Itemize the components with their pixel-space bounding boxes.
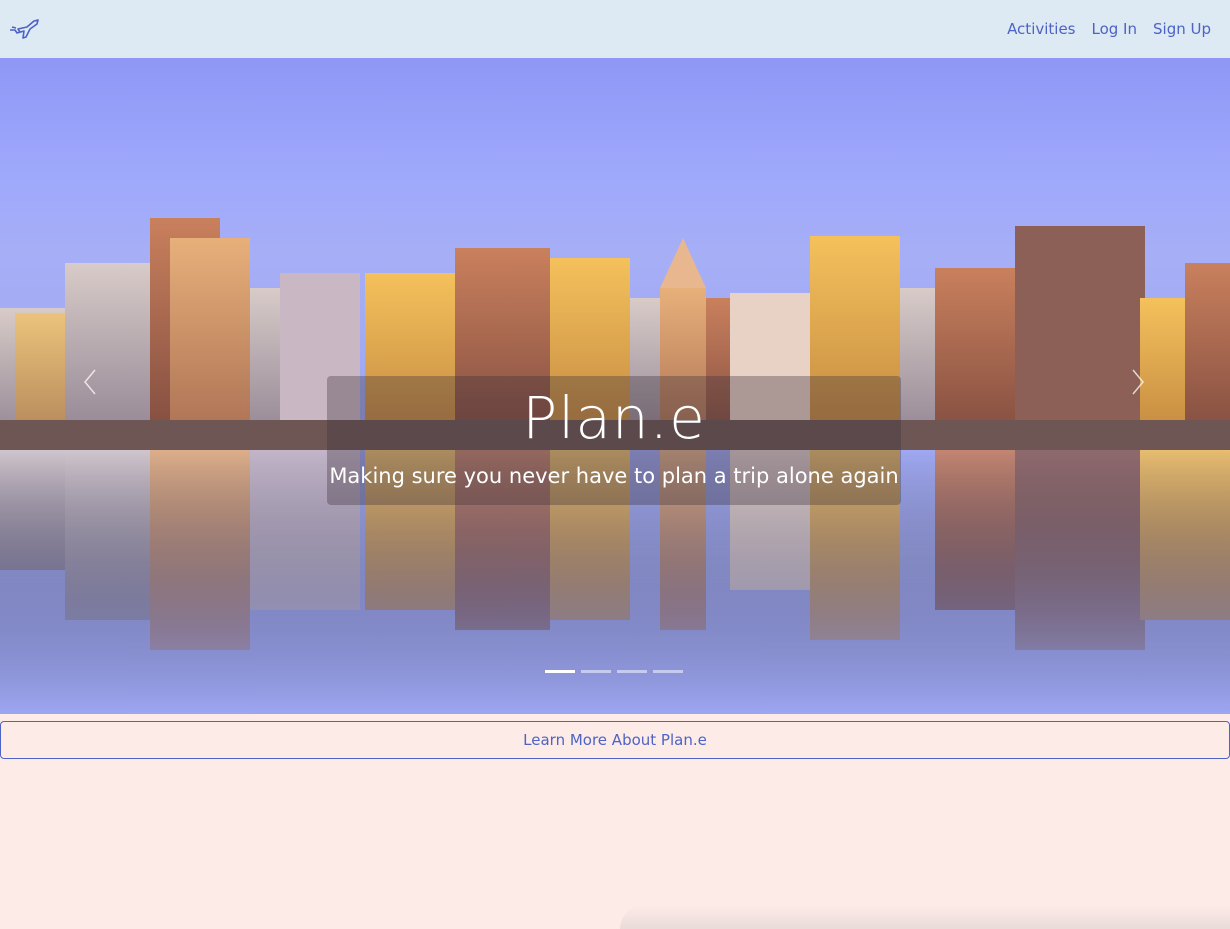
carousel-indicator-1[interactable] [545, 670, 575, 673]
bottom-shadow-decoration [620, 905, 1230, 929]
hero-title: Plan.e [522, 384, 706, 452]
carousel-next-button[interactable] [1118, 358, 1158, 406]
hero-carousel: Plan.e Making sure you never have to pla… [0, 58, 1230, 714]
carousel-prev-button[interactable] [70, 358, 110, 406]
carousel-indicator-4[interactable] [653, 670, 683, 673]
chevron-left-icon [84, 369, 96, 395]
carousel-indicator-2[interactable] [581, 670, 611, 673]
brand-logo[interactable] [8, 14, 42, 44]
carousel-indicators [545, 670, 683, 673]
nav-link-sign-up[interactable]: Sign Up [1153, 20, 1211, 38]
learn-more-button[interactable]: Learn More About Plan.e [0, 721, 1230, 759]
nav-links: Activities Log In Sign Up [1007, 20, 1222, 38]
nav-link-activities[interactable]: Activities [1007, 20, 1075, 38]
carousel-caption: Plan.e Making sure you never have to pla… [327, 376, 901, 505]
navbar: Activities Log In Sign Up [0, 0, 1230, 58]
nav-link-log-in[interactable]: Log In [1092, 20, 1138, 38]
airplane-icon [10, 19, 39, 39]
hero-subtitle: Making sure you never have to plan a tri… [329, 464, 899, 488]
carousel-indicator-3[interactable] [617, 670, 647, 673]
chevron-right-icon [1132, 369, 1144, 395]
